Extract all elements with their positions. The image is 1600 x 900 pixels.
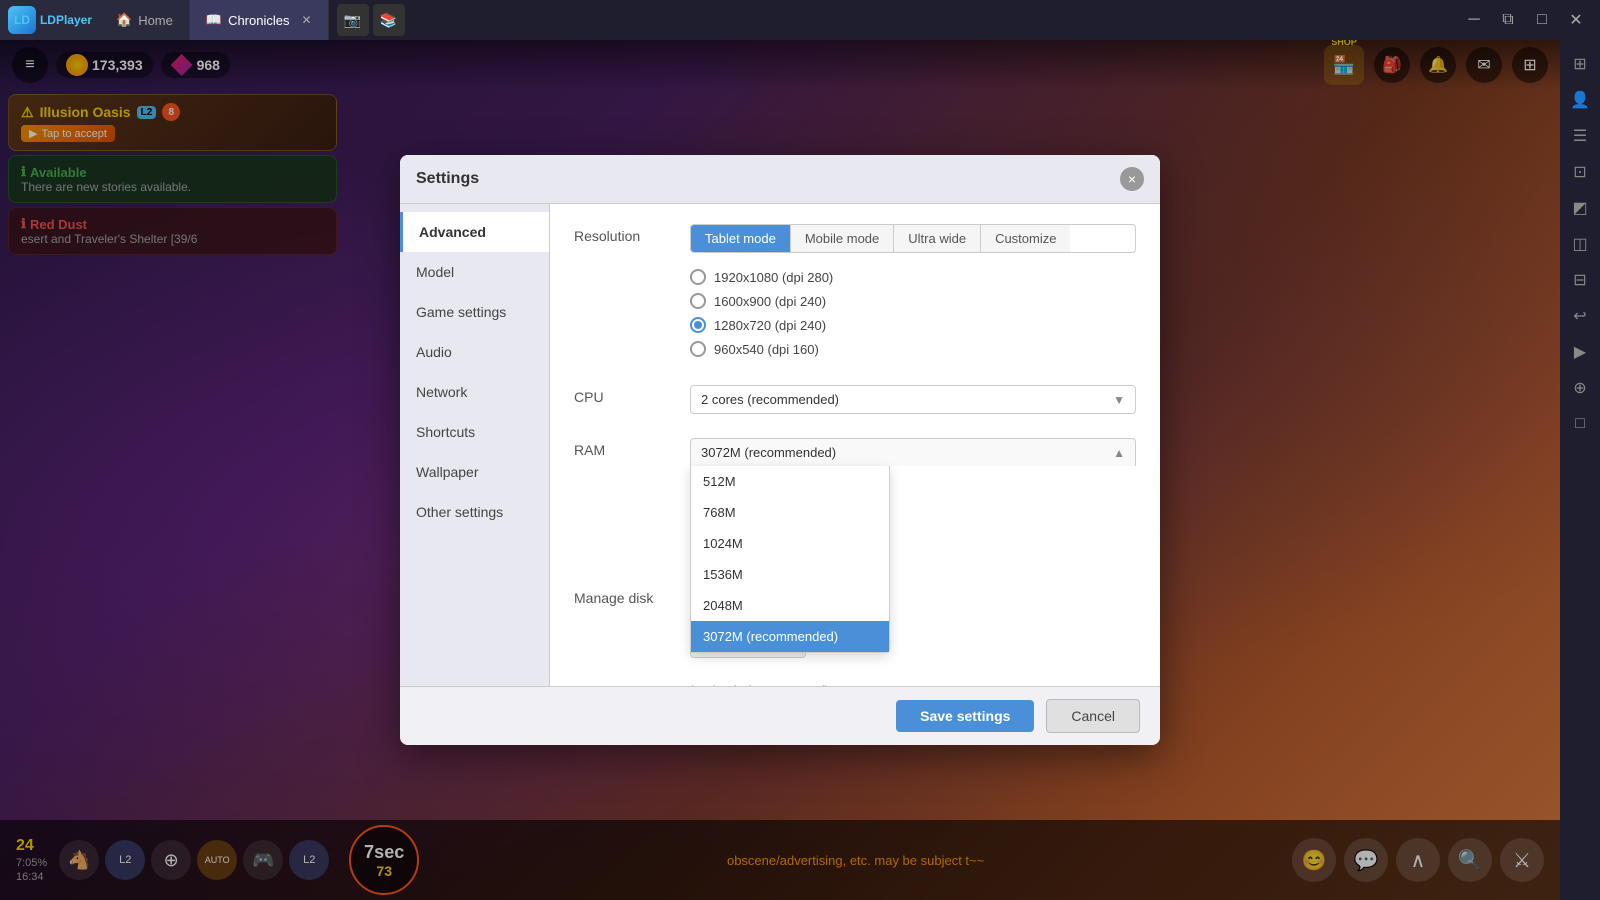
cpu-label: CPU bbox=[574, 385, 674, 405]
cpu-row: CPU 2 cores (recommended) ▼ bbox=[574, 385, 1136, 414]
modal-sidebar: Advanced Model Game settings Audio Netwo… bbox=[400, 204, 550, 686]
res-tab-tablet[interactable]: Tablet mode bbox=[691, 225, 791, 252]
rt-icon-10[interactable]: ⊕ bbox=[1564, 372, 1596, 404]
rt-icon-5[interactable]: ◩ bbox=[1564, 192, 1596, 224]
radio-960[interactable] bbox=[690, 341, 706, 357]
modal-title: Settings bbox=[416, 170, 479, 188]
res-tab-customize[interactable]: Customize bbox=[981, 225, 1070, 252]
resolution-tabs: Tablet mode Mobile mode Ultra wide Custo… bbox=[690, 224, 1136, 253]
shared-disk-label: Shared disk bbox=[574, 682, 674, 686]
sidebar-item-other[interactable]: Other settings bbox=[400, 492, 549, 532]
rt-icon-1[interactable]: ⊞ bbox=[1564, 48, 1596, 80]
sidebar-item-audio[interactable]: Audio bbox=[400, 332, 549, 372]
resolution-option-3[interactable]: 1280x720 (dpi 240) bbox=[690, 313, 1136, 337]
ram-dropdown-list: 512M 768M 1024M 1536M 2048M 3072M (recom… bbox=[690, 466, 890, 653]
window-controls: ─ ⧉ □ ✕ bbox=[1458, 4, 1600, 36]
save-settings-button[interactable]: Save settings bbox=[896, 700, 1034, 732]
cpu-dropdown[interactable]: 2 cores (recommended) ▼ bbox=[690, 385, 1136, 414]
sidebar-item-advanced[interactable]: Advanced bbox=[400, 212, 549, 252]
app-logo: LD LDPlayer bbox=[0, 0, 100, 40]
title-bar: LD LDPlayer 🏠 Home 📖 Chronicles ✕ 📷 📚 ─ … bbox=[0, 0, 1600, 40]
ram-label: RAM bbox=[574, 438, 674, 458]
settings-modal: Settings × Advanced Model Game settings … bbox=[400, 155, 1160, 745]
rt-icon-7[interactable]: ⊟ bbox=[1564, 264, 1596, 296]
res-tab-mobile[interactable]: Mobile mode bbox=[791, 225, 894, 252]
title-bar-right-icons: 📷 📚 bbox=[337, 4, 405, 36]
rt-icon-2[interactable]: 👤 bbox=[1564, 84, 1596, 116]
sidebar-item-game-settings[interactable]: Game settings bbox=[400, 292, 549, 332]
ram-option-1024[interactable]: 1024M bbox=[691, 528, 889, 559]
book-icon[interactable]: 📚 bbox=[373, 4, 405, 36]
maximize-icon[interactable]: □ bbox=[1526, 4, 1558, 36]
ram-dropdown-wrapper: 3072M (recommended) ▲ 512M 768M 1024M 15… bbox=[690, 438, 1136, 466]
modal-body: Advanced Model Game settings Audio Netwo… bbox=[400, 204, 1160, 686]
screenshot-icon[interactable]: 📷 bbox=[337, 4, 369, 36]
ld-icon: LD bbox=[8, 6, 36, 34]
sidebar-item-model[interactable]: Model bbox=[400, 252, 549, 292]
rt-icon-6[interactable]: ◫ bbox=[1564, 228, 1596, 260]
app-name: LDPlayer bbox=[40, 13, 92, 27]
modal-header: Settings × bbox=[400, 155, 1160, 204]
rt-icon-4[interactable]: ⊡ bbox=[1564, 156, 1596, 188]
modal-footer: Save settings Cancel bbox=[400, 686, 1160, 745]
sidebar-item-network[interactable]: Network bbox=[400, 372, 549, 412]
tab-chronicles[interactable]: 📖 Chronicles ✕ bbox=[190, 0, 329, 40]
resolution-row: Resolution Tablet mode Mobile mode Ultra… bbox=[574, 224, 1136, 361]
sidebar-item-shortcuts[interactable]: Shortcuts bbox=[400, 412, 549, 452]
res-tab-ultrawide[interactable]: Ultra wide bbox=[894, 225, 981, 252]
resolution-control: Tablet mode Mobile mode Ultra wide Custo… bbox=[690, 224, 1136, 361]
right-toolbar: ⊞ 👤 ☰ ⊡ ◩ ◫ ⊟ ↩ ▶ ⊕ □ bbox=[1560, 40, 1600, 900]
resolution-option-2[interactable]: 1600x900 (dpi 240) bbox=[690, 289, 1136, 313]
ram-option-768[interactable]: 768M bbox=[691, 497, 889, 528]
shared-disk-row: Shared disk lead only (Recommand) bbox=[574, 682, 1136, 686]
resolution-option-4[interactable]: 960x540 (dpi 160) bbox=[690, 337, 1136, 361]
restore-icon[interactable]: ⧉ bbox=[1492, 4, 1524, 36]
minimize-icon[interactable]: ─ bbox=[1458, 4, 1490, 36]
ram-row: RAM 3072M (recommended) ▲ 512M 768M 1024… bbox=[574, 438, 1136, 466]
modal-close-button[interactable]: × bbox=[1120, 167, 1144, 191]
modal-overlay: Settings × Advanced Model Game settings … bbox=[0, 40, 1560, 900]
sidebar-item-wallpaper[interactable]: Wallpaper bbox=[400, 452, 549, 492]
tab-home[interactable]: 🏠 Home bbox=[100, 0, 190, 40]
cancel-button[interactable]: Cancel bbox=[1046, 699, 1140, 733]
tab-close-icon[interactable]: ✕ bbox=[301, 13, 311, 27]
rt-icon-3[interactable]: ☰ bbox=[1564, 120, 1596, 152]
ram-option-3072[interactable]: 3072M (recommended) bbox=[691, 621, 889, 652]
ram-option-512[interactable]: 512M bbox=[691, 466, 889, 497]
cpu-control: 2 cores (recommended) ▼ bbox=[690, 385, 1136, 414]
rt-icon-9[interactable]: ▶ bbox=[1564, 336, 1596, 368]
modal-content: Resolution Tablet mode Mobile mode Ultra… bbox=[550, 204, 1160, 686]
radio-1920[interactable] bbox=[690, 269, 706, 285]
rt-icon-8[interactable]: ↩ bbox=[1564, 300, 1596, 332]
cpu-dropdown-arrow: ▼ bbox=[1113, 393, 1125, 407]
radio-1600[interactable] bbox=[690, 293, 706, 309]
ram-control: 3072M (recommended) ▲ 512M 768M 1024M 15… bbox=[690, 438, 1136, 466]
chronicles-icon: 📖 bbox=[206, 12, 222, 28]
ram-option-1536[interactable]: 1536M bbox=[691, 559, 889, 590]
manage-disk-label: Manage disk bbox=[574, 586, 674, 606]
resolution-option-1[interactable]: 1920x1080 (dpi 280) bbox=[690, 265, 1136, 289]
home-icon: 🏠 bbox=[116, 12, 132, 28]
radio-1280[interactable] bbox=[690, 317, 706, 333]
ram-dropdown-arrow: ▲ bbox=[1113, 446, 1125, 460]
shared-disk-text: lead only (Recommand) bbox=[690, 683, 828, 686]
shared-disk-control: lead only (Recommand) bbox=[690, 682, 1136, 686]
rt-icon-11[interactable]: □ bbox=[1564, 408, 1596, 440]
resolution-label: Resolution bbox=[574, 224, 674, 244]
close-window-icon[interactable]: ✕ bbox=[1560, 4, 1592, 36]
ram-option-2048[interactable]: 2048M bbox=[691, 590, 889, 621]
cpu-dropdown-wrapper: 2 cores (recommended) ▼ bbox=[690, 385, 1136, 414]
ram-dropdown[interactable]: 3072M (recommended) ▲ bbox=[690, 438, 1136, 466]
